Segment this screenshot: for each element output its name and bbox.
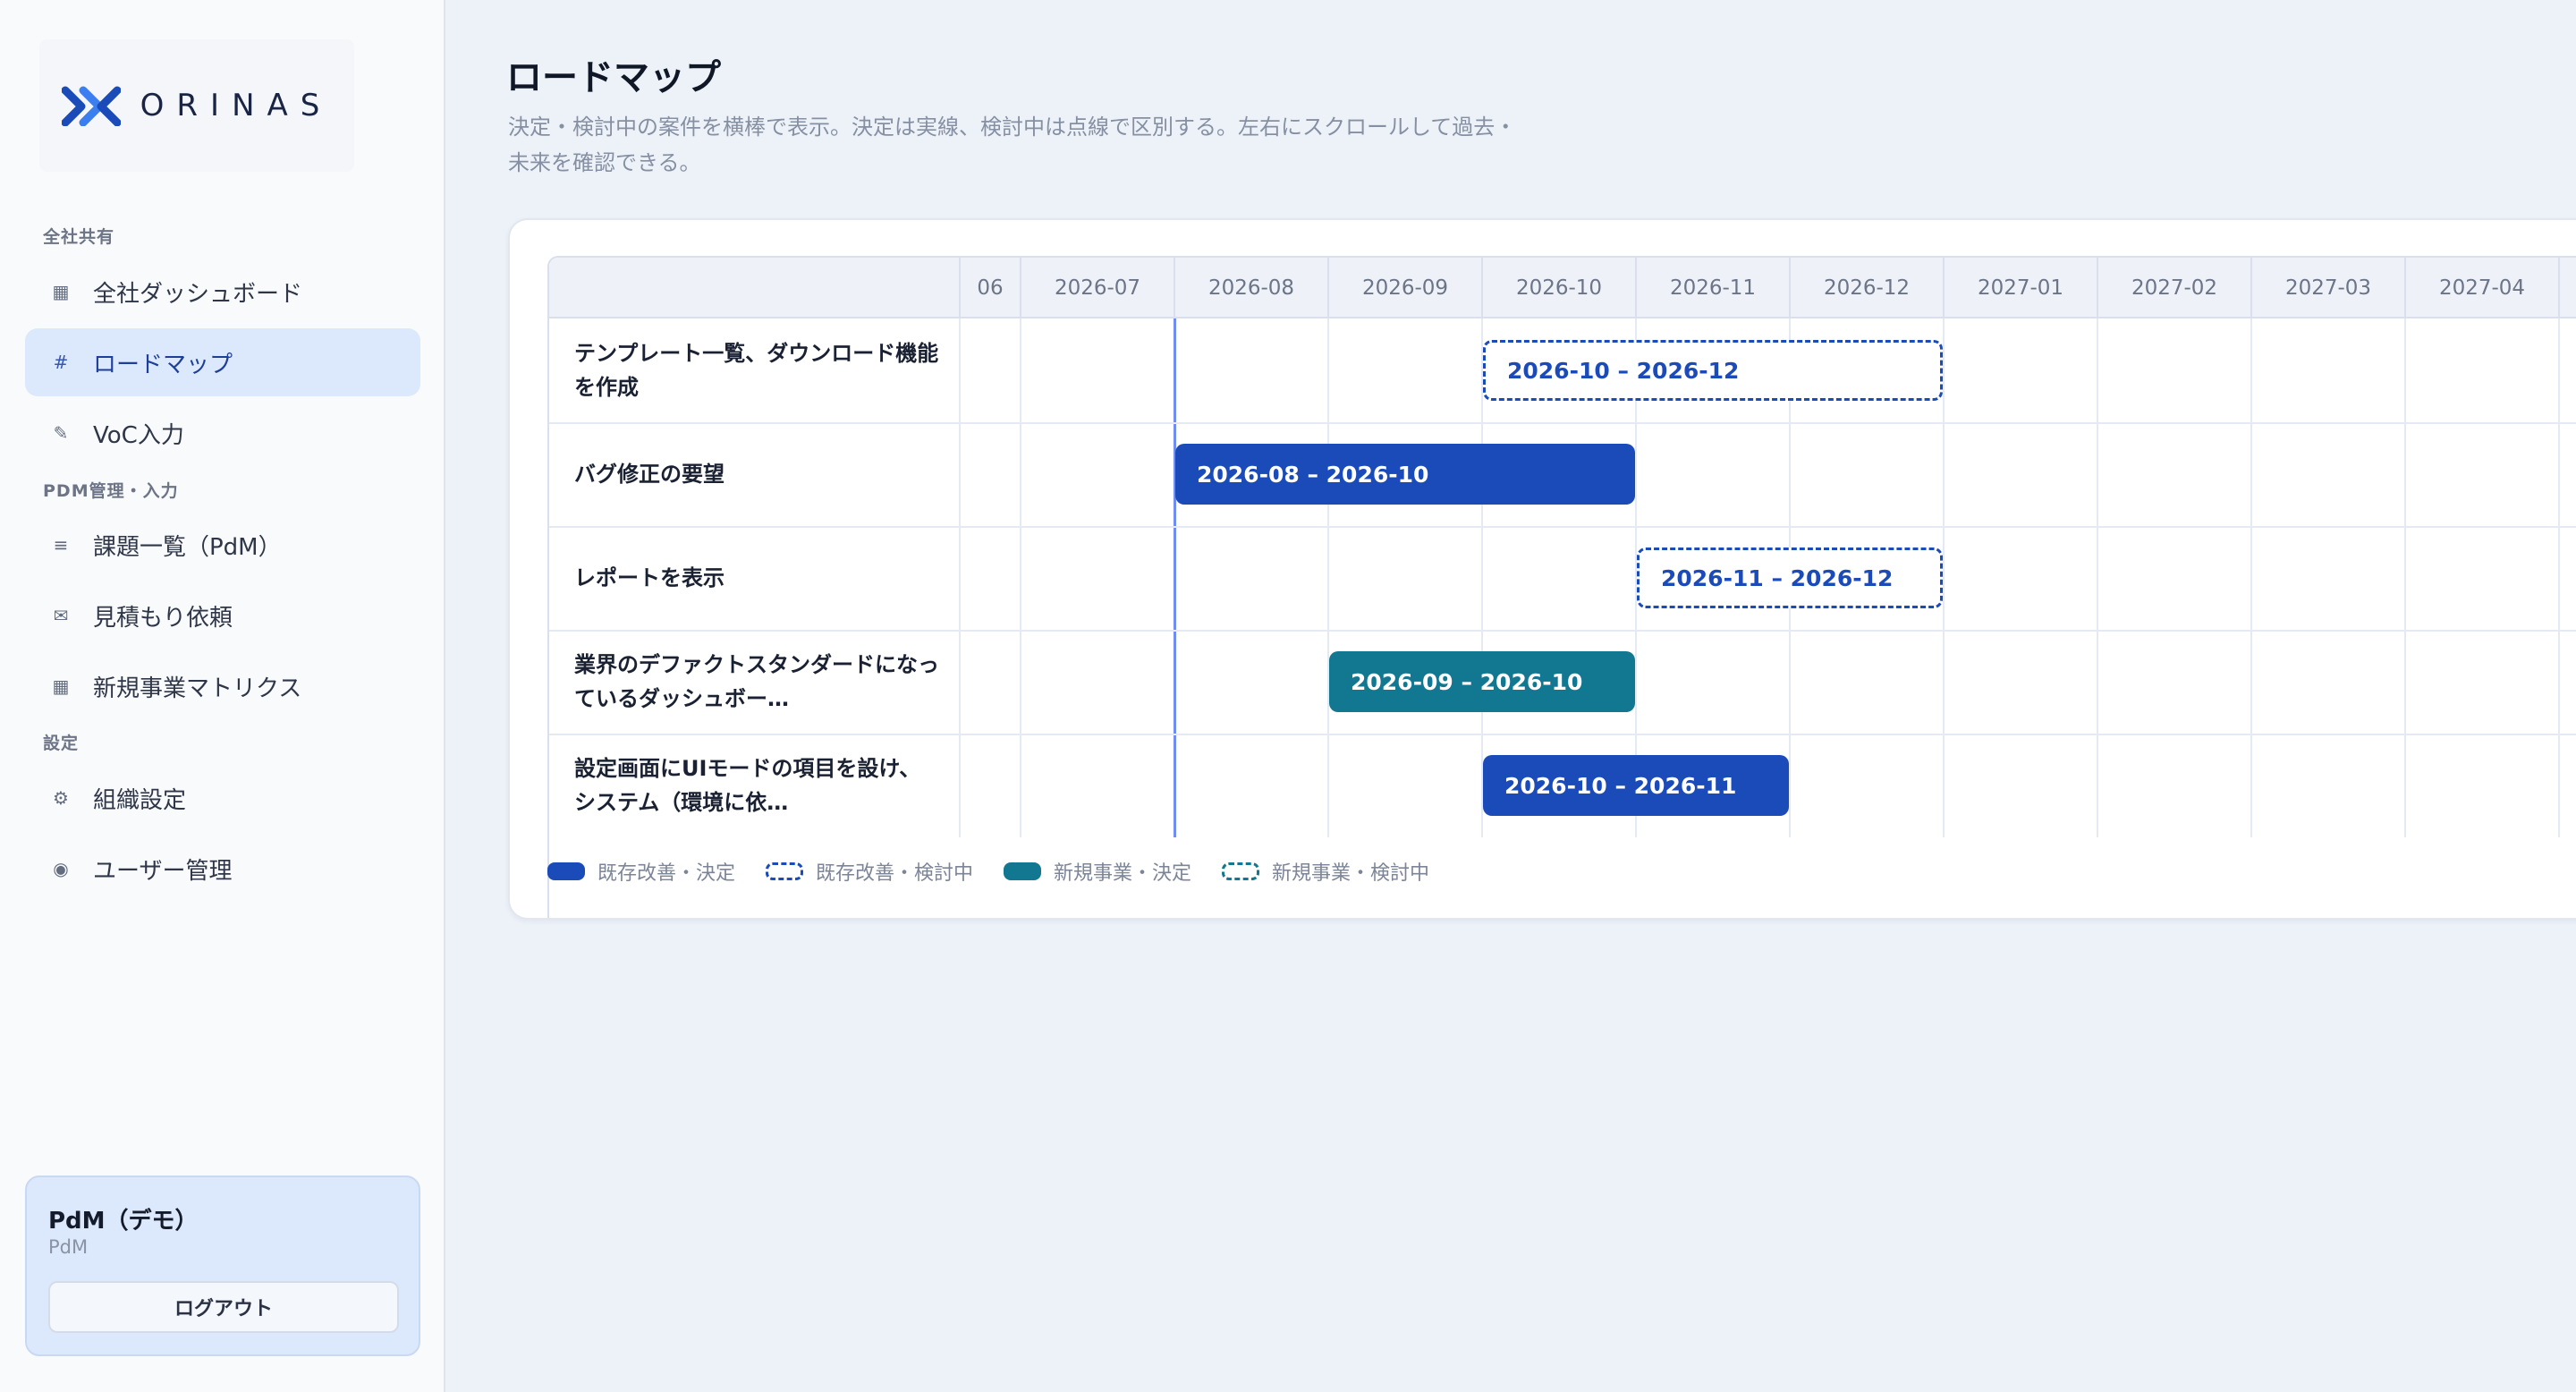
roadmap-bar[interactable]: 2026-11 – 2026-12 — [1637, 547, 1943, 608]
legend-swatch — [547, 862, 585, 880]
sidebar-item-label: VoC入力 — [93, 421, 184, 449]
legend-item-existing-decided: 既存改善・決定 — [547, 857, 735, 886]
timeline-header: 06 2026-07 2026-08 2026-09 2026-10 2026-11 202… — [549, 258, 2576, 318]
roadmap-grid[interactable]: 06 2026-07 2026-08 2026-09 2026-10 2026-11 202… — [547, 256, 2576, 918]
month-header: 2027-04 — [2404, 258, 2558, 318]
gear-icon: ⚙ — [53, 787, 69, 809]
roadmap-bar[interactable]: 2026-10 – 2026-11 — [1483, 755, 1789, 816]
legend-item-new-pending: 新規事業・検討中 — [1222, 857, 1429, 886]
month-gridline — [2097, 318, 2098, 837]
orinas-logo-icon — [61, 86, 121, 126]
section-label-pdm: PDM管理・入力 — [43, 481, 179, 501]
month-header: 2027-02 — [2097, 258, 2250, 318]
legend-label: 既存改善・決定 — [597, 862, 736, 885]
month-header: 2026-12 — [1789, 258, 1943, 318]
mail-icon: ✉ — [53, 605, 69, 626]
grid-icon: ▦ — [52, 675, 70, 697]
legend-swatch — [1004, 862, 1042, 880]
roadmap-card: 06 2026-07 2026-08 2026-09 2026-10 2026-11 202… — [508, 218, 2576, 920]
month-header: 2026-10 — [1481, 258, 1635, 318]
month-gridline — [959, 318, 961, 837]
sidebar-item-label: 全社ダッシュボード — [93, 280, 303, 308]
roadmap-row-name[interactable]: 業界のデファクトスタンダードになっているダッシュボー… — [574, 630, 941, 734]
month-header: 2026-09 — [1327, 258, 1481, 318]
month-gridline — [1481, 318, 1483, 837]
roadmap-bar[interactable]: 2026-09 – 2026-10 — [1329, 651, 1635, 712]
month-gridline — [2250, 318, 2252, 837]
month-gridline — [2558, 318, 2560, 837]
sidebar-item-roadmap[interactable]: # ロードマップ — [25, 328, 420, 396]
sidebar-item-label: ユーザー管理 — [93, 857, 233, 885]
sidebar-item-label: ロードマップ — [93, 351, 233, 378]
today-marker — [1174, 318, 1176, 837]
sidebar-item-voc-input[interactable]: ✎ VoC入力 — [25, 399, 420, 467]
month-header: 2027-05 — [2558, 258, 2576, 318]
month-header: 06 — [959, 258, 1020, 318]
logout-button[interactable]: ログアウト — [48, 1281, 399, 1333]
brand-name: ORINAS — [140, 88, 333, 123]
user-name: PdM（デモ） — [48, 1208, 199, 1235]
user-role: PdM — [48, 1236, 89, 1258]
user-card: PdM（デモ） PdM ログアウト — [25, 1176, 420, 1356]
section-label-shared: 全社共有 — [43, 227, 115, 247]
app-root: ORINAS 全社共有 ▦ 全社ダッシュボード # ロードマップ ✎ VoC入力… — [0, 0, 2576, 1392]
hash-icon: # — [53, 352, 69, 373]
list-icon: ≡ — [53, 534, 69, 556]
month-gridline — [1327, 318, 1329, 837]
brand-logo[interactable]: ORINAS — [39, 39, 354, 172]
month-header: 2026-11 — [1635, 258, 1789, 318]
sidebar-item-dashboard[interactable]: ▦ 全社ダッシュボード — [25, 258, 420, 326]
month-gridline — [2404, 318, 2406, 837]
pencil-icon: ✎ — [53, 422, 69, 444]
month-header: 2027-01 — [1943, 258, 2097, 318]
sidebar-item-estimates[interactable]: ✉ 見積もり依頼 — [25, 581, 420, 649]
legend-label: 新規事業・決定 — [1054, 862, 1192, 885]
roadmap-bar[interactable]: 2026-10 – 2026-12 — [1483, 340, 1943, 401]
page-title: ロードマップ — [506, 57, 721, 98]
sidebar-item-new-business-matrix[interactable]: ▦ 新規事業マトリクス — [25, 652, 420, 720]
sidebar: ORINAS 全社共有 ▦ 全社ダッシュボード # ロードマップ ✎ VoC入力… — [0, 0, 445, 1392]
sidebar-item-user-management[interactable]: ◉ ユーザー管理 — [25, 835, 420, 903]
month-header: 2026-07 — [1020, 258, 1174, 318]
roadmap-row-name[interactable]: テンプレート一覧、ダウンロード機能を作成 — [574, 318, 941, 422]
sidebar-item-issues[interactable]: ≡ 課題一覧（PdM） — [25, 511, 420, 579]
roadmap-row-name[interactable]: バグ修正の要望 — [574, 422, 941, 526]
roadmap-row-name[interactable]: 設定画面にUIモードの項目を設け、システム（環境に依… — [574, 734, 941, 837]
legend-label: 既存改善・検討中 — [816, 862, 974, 885]
sidebar-item-label: 課題一覧（PdM） — [93, 533, 282, 561]
dashboard-icon: ▦ — [52, 281, 70, 302]
month-gridline — [1020, 318, 1021, 837]
roadmap-legend: 既存改善・決定 既存改善・検討中 新規事業・決定 新規事業・検討中 — [547, 857, 1429, 886]
roadmap-row-name[interactable]: レポートを表示 — [574, 526, 941, 630]
legend-label: 新規事業・検討中 — [1272, 862, 1430, 885]
user-icon: ◉ — [53, 858, 69, 879]
sidebar-item-label: 組織設定 — [93, 786, 187, 814]
sidebar-item-org-settings[interactable]: ⚙ 組織設定 — [25, 764, 420, 832]
legend-item-existing-pending: 既存改善・検討中 — [766, 857, 973, 886]
sidebar-item-label: 見積もり依頼 — [93, 604, 233, 632]
month-header: 2027-03 — [2250, 258, 2404, 318]
roadmap-bar[interactable]: 2026-08 – 2026-10 — [1175, 444, 1635, 505]
sidebar-item-label: 新規事業マトリクス — [93, 675, 302, 702]
month-header: 2026-08 — [1174, 258, 1327, 318]
page-description: 決定・検討中の案件を横棒で表示。決定は実線、検討中は点線で区別する。左右にスクロ… — [508, 115, 1517, 175]
legend-item-new-decided: 新規事業・決定 — [1004, 857, 1191, 886]
month-gridline — [1943, 318, 1945, 837]
section-label-settings: 設定 — [43, 734, 80, 753]
legend-swatch — [766, 862, 804, 880]
legend-swatch — [1222, 862, 1260, 880]
